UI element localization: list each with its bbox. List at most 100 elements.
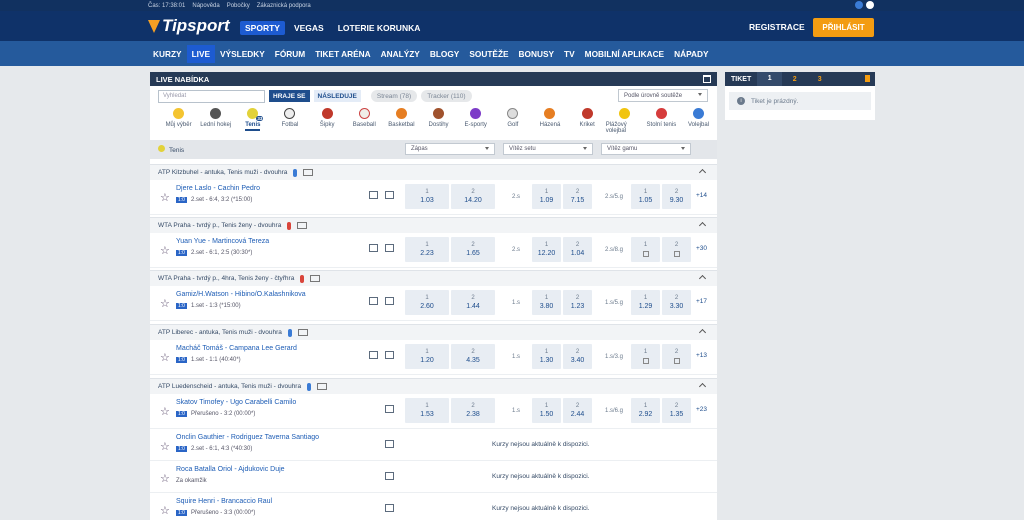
mainnav-item[interactable]: SOUTĚŽE bbox=[464, 45, 513, 63]
odd-button[interactable]: 1 1.09 bbox=[532, 184, 561, 209]
tv-icon[interactable] bbox=[385, 191, 394, 199]
mainnav-item[interactable]: BLOGY bbox=[425, 45, 465, 63]
mainnav-item[interactable]: KURZY bbox=[148, 45, 187, 63]
calendar-icon[interactable] bbox=[703, 75, 711, 83]
star-icon[interactable]: ☆ bbox=[160, 405, 170, 418]
match-name[interactable]: Djere Laslo - Cachin Pedro bbox=[176, 185, 260, 192]
odd-button[interactable]: 2 1.04 bbox=[563, 237, 592, 262]
sport-tennis[interactable]: 33 Tenis bbox=[234, 106, 271, 131]
chevron-up-icon[interactable] bbox=[698, 221, 707, 230]
search-input[interactable]: Vyhledat bbox=[158, 89, 265, 103]
stats-icon[interactable] bbox=[369, 244, 378, 252]
mainnav-item[interactable]: TV bbox=[559, 45, 580, 63]
sport-volleyball[interactable]: Volejbal bbox=[680, 106, 717, 128]
odd-button[interactable]: 1 2.60 bbox=[405, 290, 449, 315]
help-link[interactable]: Nápověda bbox=[192, 3, 219, 9]
more-markets-link[interactable]: +23 bbox=[696, 406, 707, 413]
nav-vegas[interactable]: VEGAS bbox=[289, 21, 329, 35]
sport-basketball[interactable]: Basketbal bbox=[383, 106, 420, 128]
sport-table-tennis[interactable]: Stolní tenis bbox=[643, 106, 680, 128]
star-icon[interactable]: ☆ bbox=[160, 351, 170, 364]
odd-button[interactable]: 1 1.30 bbox=[532, 344, 561, 369]
ticket-tab-1[interactable]: 1 bbox=[757, 72, 783, 86]
odd-button[interactable]: 2 1.35 bbox=[662, 398, 691, 423]
star-icon[interactable]: ☆ bbox=[160, 191, 170, 204]
tracker-filter[interactable]: Tracker (110) bbox=[421, 90, 472, 102]
tv-icon[interactable] bbox=[385, 244, 394, 252]
sport-racing[interactable]: Dostihy bbox=[420, 106, 457, 128]
stats-icon[interactable] bbox=[385, 405, 394, 413]
support-link[interactable]: Zákaznická podpora bbox=[257, 3, 311, 9]
stats-icon[interactable] bbox=[369, 351, 378, 359]
star-icon[interactable]: ☆ bbox=[160, 244, 170, 257]
mainnav-item[interactable]: ANALÝZY bbox=[376, 45, 425, 63]
league-header[interactable]: WTA Praha - tvrdý p., 4hra, Tenis ženy -… bbox=[150, 270, 717, 286]
star-icon[interactable]: ☆ bbox=[160, 440, 170, 453]
odd-button[interactable]: 1 1.53 bbox=[405, 398, 449, 423]
match-row[interactable]: ☆ Yuan Yue - Martincová Tereza 1:0 2.set … bbox=[150, 233, 717, 268]
settings-icon[interactable] bbox=[866, 1, 874, 9]
odd-button[interactable]: 1 1.20 bbox=[405, 344, 449, 369]
sport-football[interactable]: Fotbal bbox=[271, 106, 308, 128]
odd-button[interactable]: 2 4.35 bbox=[451, 344, 495, 369]
odd-button[interactable]: 2 1.44 bbox=[451, 290, 495, 315]
bracket-icon[interactable] bbox=[303, 169, 314, 176]
match-name[interactable]: Squire Henri - Brancaccio Raul bbox=[176, 498, 272, 505]
login-button[interactable]: PŘIHLÁSIT bbox=[813, 18, 874, 37]
market-select-match[interactable]: Zápas bbox=[405, 143, 495, 155]
ticket-tab-3[interactable]: 3 bbox=[807, 76, 832, 83]
match-row[interactable]: ☆ Macháč Tomáš - Campana Lee Gerard 1:0 1… bbox=[150, 340, 717, 375]
chevron-up-icon[interactable] bbox=[698, 168, 707, 177]
mainnav-item[interactable]: TIKET ARÉNA bbox=[310, 45, 375, 63]
sport-esports[interactable]: E-sporty bbox=[457, 106, 494, 128]
league-header[interactable]: ATP Luedenscheid - antuka, Tenis muži - … bbox=[150, 378, 717, 394]
mainnav-item[interactable]: MOBILNÍ APLIKACE bbox=[580, 45, 669, 63]
league-header[interactable]: WTA Praha - tvrdý p., Tenis ženy - dvouh… bbox=[150, 217, 717, 233]
sport-golf[interactable]: Golf bbox=[494, 106, 531, 128]
star-icon[interactable]: ☆ bbox=[160, 472, 170, 485]
pin-icon[interactable] bbox=[865, 75, 870, 82]
match-name[interactable]: Roca Batalla Oriol - Ajdukovic Duje bbox=[176, 466, 285, 473]
stats-icon[interactable] bbox=[369, 191, 378, 199]
odd-button[interactable]: 2 2.44 bbox=[563, 398, 592, 423]
more-markets-link[interactable]: +13 bbox=[696, 352, 707, 359]
match-row[interactable]: ☆ Djere Laslo - Cachin Pedro 1:0 2.set - … bbox=[150, 180, 717, 215]
sport-hockey[interactable]: Lední hokej bbox=[197, 106, 234, 128]
bracket-icon[interactable] bbox=[297, 222, 308, 229]
odd-button[interactable]: 2 7.15 bbox=[563, 184, 592, 209]
playing-button[interactable]: HRAJE SE bbox=[269, 90, 310, 102]
odd-button[interactable]: 1 1.05 bbox=[631, 184, 660, 209]
chevron-up-icon[interactable] bbox=[698, 328, 707, 337]
stream-filter[interactable]: Stream (78) bbox=[370, 90, 418, 102]
ticket-tab-2[interactable]: 2 bbox=[782, 76, 807, 83]
branches-link[interactable]: Pobočky bbox=[227, 3, 250, 9]
more-markets-link[interactable]: +14 bbox=[696, 192, 707, 199]
odd-button[interactable]: 1 1.50 bbox=[532, 398, 561, 423]
bracket-icon[interactable] bbox=[310, 275, 321, 282]
nav-loterie[interactable]: LOTERIE KORUNKA bbox=[333, 21, 426, 35]
market-select-game[interactable]: Vítěz gamu bbox=[601, 143, 691, 155]
match-row[interactable]: ☆ Skatov Timofey - Ugo Carabelli Camilo … bbox=[150, 394, 717, 429]
sort-select[interactable]: Podle úrovně soutěže bbox=[618, 89, 708, 102]
mainnav-item-live[interactable]: LIVE bbox=[186, 44, 216, 63]
sport-handball[interactable]: Házená bbox=[531, 106, 568, 128]
more-markets-link[interactable]: +17 bbox=[696, 298, 707, 305]
match-name[interactable]: Gamiz/H.Watson - Hibino/O.Kalashnikova bbox=[176, 291, 306, 298]
nav-sporty[interactable]: SPORTY bbox=[240, 21, 285, 35]
sport-cricket[interactable]: Kriket bbox=[569, 106, 606, 128]
chevron-up-icon[interactable] bbox=[698, 274, 707, 283]
market-select-set[interactable]: Vítěz setu bbox=[503, 143, 593, 155]
match-name[interactable]: Yuan Yue - Martincová Tereza bbox=[176, 238, 269, 245]
moon-icon[interactable] bbox=[855, 1, 863, 9]
odd-button[interactable]: 2 14.20 bbox=[451, 184, 495, 209]
odd-button[interactable]: 2 3.30 bbox=[662, 290, 691, 315]
match-name[interactable]: Macháč Tomáš - Campana Lee Gerard bbox=[176, 345, 297, 352]
stats-icon[interactable] bbox=[385, 440, 394, 448]
stats-icon[interactable] bbox=[385, 472, 394, 480]
stats-icon[interactable] bbox=[369, 297, 378, 305]
odd-button[interactable]: 2 1.65 bbox=[451, 237, 495, 262]
sport-baseball[interactable]: Baseball bbox=[346, 106, 383, 128]
odd-button[interactable]: 1 1.03 bbox=[405, 184, 449, 209]
chevron-up-icon[interactable] bbox=[698, 382, 707, 391]
odd-button[interactable]: 1 2.23 bbox=[405, 237, 449, 262]
